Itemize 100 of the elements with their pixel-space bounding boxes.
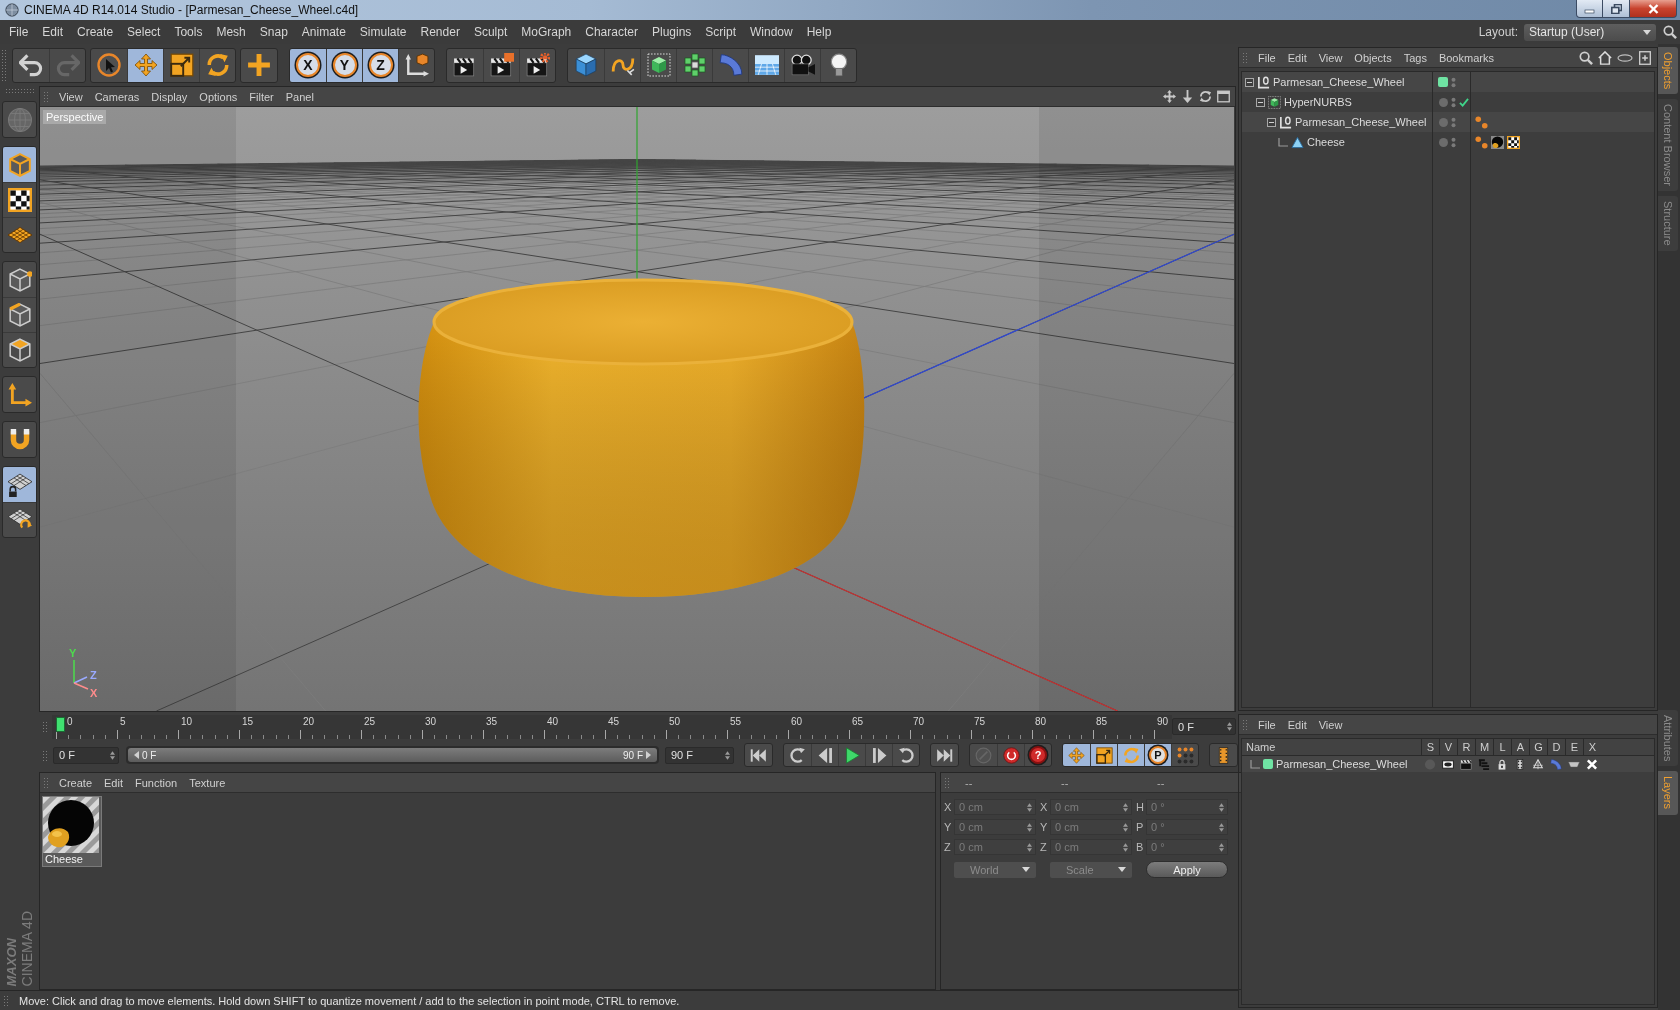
search-icon[interactable] (1579, 50, 1593, 65)
rotation-key-button[interactable] (1117, 744, 1144, 766)
visibility-dots-icon[interactable] (1451, 96, 1456, 108)
film-strip-icon[interactable] (1514, 758, 1526, 770)
menu-item[interactable]: Texture (183, 773, 232, 792)
pyramid-icon[interactable] (1532, 758, 1544, 770)
restore-button[interactable] (1603, 0, 1630, 18)
menu-item[interactable]: File (1252, 715, 1282, 734)
column-header[interactable]: X (1583, 739, 1601, 755)
end-frame-field[interactable]: 90 F (665, 746, 734, 764)
clapperboard-icon[interactable] (1460, 758, 1472, 770)
menu-item[interactable]: Panel (279, 87, 320, 106)
menu-item[interactable]: Cameras (88, 87, 146, 106)
object-row[interactable]: Parmesan_Cheese_Wheel (1242, 72, 1654, 92)
locked-workplane-button[interactable] (3, 467, 36, 502)
menu-item[interactable]: File (2, 20, 36, 44)
collapse-icon[interactable] (1256, 97, 1265, 107)
menu-item[interactable]: Character (578, 20, 645, 44)
bent-shape-icon[interactable] (1550, 758, 1562, 770)
column-header[interactable]: M (1475, 739, 1493, 755)
visibility-dots-icon[interactable] (1451, 116, 1456, 128)
object-name[interactable]: HyperNURBS (1284, 96, 1352, 108)
column-header[interactable]: D (1547, 739, 1565, 755)
menu-item[interactable]: Edit (1281, 48, 1313, 67)
oval-icon[interactable] (1617, 53, 1633, 62)
visibility-dots-icon[interactable] (1451, 76, 1456, 88)
object-row[interactable]: Parmesan_Cheese_Wheel (1242, 112, 1654, 132)
menu-item[interactable]: Snap (252, 20, 295, 44)
object-name[interactable]: Parmesan_Cheese_Wheel (1273, 76, 1405, 88)
cross-icon[interactable] (1586, 758, 1598, 770)
check-icon[interactable] (1459, 97, 1469, 107)
menu-item[interactable]: Objects (1348, 48, 1398, 67)
menu-item[interactable]: Display (145, 87, 194, 106)
menu-item[interactable]: Function (129, 773, 184, 792)
menu-item[interactable]: Render (413, 20, 467, 44)
column-header[interactable]: R (1457, 739, 1475, 755)
layer-dot-icon[interactable] (1438, 137, 1448, 147)
menu-item[interactable]: Tags (1397, 48, 1433, 67)
down-arrow-icon[interactable] (1181, 90, 1194, 103)
menu-item[interactable]: Bookmarks (1432, 48, 1500, 67)
axis-lock-button[interactable]: Y (326, 48, 362, 82)
visibility-dots-icon[interactable] (1451, 136, 1456, 148)
column-header[interactable]: S (1421, 739, 1439, 755)
menu-item[interactable]: Window (743, 20, 800, 44)
layer-color-swatch[interactable] (1438, 77, 1448, 87)
layer-color-swatch[interactable] (1263, 759, 1273, 769)
current-frame-field[interactable]: 0 F (1172, 718, 1236, 735)
layer-row[interactable]: Parmesan_Cheese_Wheel (1242, 756, 1654, 772)
collapse-icon[interactable] (1245, 77, 1254, 87)
menu-item[interactable]: Edit (35, 20, 71, 44)
material-ball-icon[interactable] (1491, 135, 1504, 149)
right-handle-icon[interactable] (646, 751, 651, 759)
menu-item[interactable]: Simulate (352, 20, 414, 44)
menu-item[interactable]: Filter (243, 87, 280, 106)
menu-item[interactable]: View (1312, 715, 1349, 734)
home-icon[interactable] (1598, 50, 1612, 65)
menu-item[interactable]: Sculpt (466, 20, 515, 44)
scale-key-button[interactable] (1090, 744, 1117, 766)
axis-lock-button[interactable]: Z (362, 48, 398, 82)
menu-item[interactable]: View (1312, 48, 1349, 67)
menu-item[interactable]: Edit (1281, 715, 1313, 734)
column-header[interactable]: L (1493, 739, 1511, 755)
column-header[interactable]: V (1439, 739, 1457, 755)
menu-item[interactable]: Create (53, 773, 99, 792)
panel-tab[interactable]: Objects (1658, 47, 1678, 95)
menu-item[interactable]: Plugins (644, 20, 699, 44)
menu-item[interactable]: MoGraph (514, 20, 579, 44)
checker-icon[interactable] (1507, 135, 1520, 149)
menu-item[interactable]: Help (799, 20, 839, 44)
circular-arrows-icon[interactable] (1199, 90, 1212, 103)
column-header[interactable]: Name (1242, 739, 1421, 755)
move-tool-button[interactable] (127, 48, 163, 82)
column-header[interactable]: G (1529, 739, 1547, 755)
left-handle-icon[interactable] (134, 751, 139, 759)
menu-item[interactable]: File (1252, 48, 1282, 67)
axis-lock-button[interactable]: X (290, 48, 326, 82)
menu-item[interactable]: Animate (294, 20, 353, 44)
column-header[interactable]: A (1511, 739, 1529, 755)
object-name[interactable]: Parmesan_Cheese_Wheel (1295, 116, 1427, 128)
search-icon[interactable] (1663, 25, 1677, 39)
layer-name[interactable]: Parmesan_Cheese_Wheel (1276, 758, 1408, 770)
start-frame-field[interactable]: 0 F (53, 746, 119, 764)
collapse-icon[interactable] (1267, 117, 1276, 127)
plus-square-icon[interactable] (1638, 50, 1652, 65)
menu-item[interactable]: Edit (98, 773, 129, 792)
close-button[interactable] (1630, 0, 1677, 18)
column-header[interactable]: E (1565, 739, 1583, 755)
range-fill[interactable]: 0 F 90 F (128, 748, 657, 762)
menu-item[interactable]: Tools (167, 20, 210, 44)
menu-item[interactable]: View (53, 87, 89, 106)
menu-item[interactable]: Options (193, 87, 244, 106)
object-name[interactable]: Cheese (1307, 136, 1345, 148)
eye-icon[interactable] (1442, 758, 1454, 770)
phong-dots-icon[interactable] (1475, 115, 1488, 129)
layout-dropdown[interactable]: Startup (User) (1524, 23, 1656, 41)
layer-dot-icon[interactable] (1438, 97, 1448, 107)
phong-dots-icon[interactable] (1475, 135, 1488, 149)
panel-tab[interactable]: Layers (1658, 771, 1678, 815)
layer-dot-icon[interactable] (1438, 117, 1448, 127)
playhead[interactable] (56, 716, 65, 732)
